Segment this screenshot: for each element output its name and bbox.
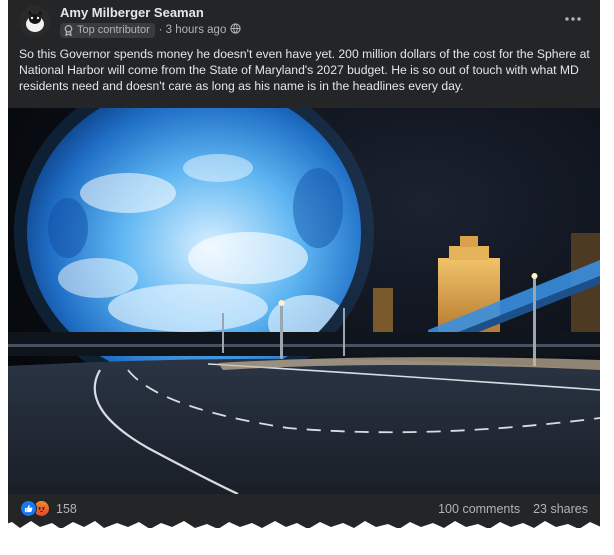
reactions-summary[interactable]: 158 bbox=[20, 500, 77, 517]
post-card: Amy Milberger Seaman Top contributor · 3… bbox=[8, 0, 600, 528]
engagement-stats: 100 comments 23 shares bbox=[438, 502, 588, 516]
reaction-count: 158 bbox=[56, 501, 77, 516]
avatar-image bbox=[19, 5, 51, 37]
author-name[interactable]: Amy Milberger Seaman bbox=[60, 5, 204, 20]
post-text: So this Governor spends money he doesn't… bbox=[19, 47, 590, 93]
more-options-icon bbox=[565, 17, 581, 21]
post-header: Amy Milberger Seaman Top contributor · 3… bbox=[8, 0, 600, 44]
meta-separator: · bbox=[158, 24, 163, 36]
distant-tower bbox=[373, 288, 393, 336]
post-meta: Top contributor · 3 hours ago bbox=[60, 22, 241, 38]
avatar[interactable] bbox=[19, 5, 51, 37]
more-options-button[interactable] bbox=[562, 10, 584, 28]
post-photo[interactable] bbox=[8, 108, 600, 494]
badge-label: Top contributor bbox=[77, 24, 150, 36]
top-contributor-badge[interactable]: Top contributor bbox=[60, 22, 155, 38]
post-timestamp[interactable]: 3 hours ago bbox=[166, 24, 227, 36]
like-icon bbox=[20, 500, 37, 517]
badge-icon bbox=[64, 24, 73, 36]
shares-link[interactable]: 23 shares bbox=[533, 502, 588, 516]
comments-link[interactable]: 100 comments bbox=[438, 502, 520, 516]
globe-icon bbox=[230, 21, 241, 39]
torn-edge bbox=[0, 521, 614, 555]
